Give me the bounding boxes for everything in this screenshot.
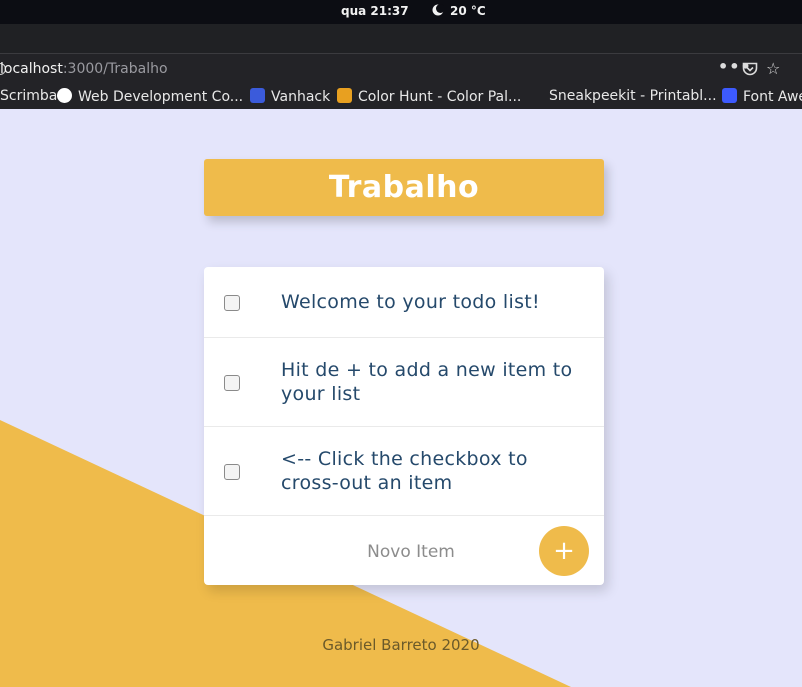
item-checkbox[interactable] [224,375,240,391]
bookmark-label: Scrimba [0,88,58,104]
system-top-bar: qua 21:37 20 °C [0,0,802,24]
url-text[interactable]: localhost:3000/Trabalho [0,61,168,77]
color-hunt-favicon-icon [337,88,352,103]
add-item-button[interactable]: + [539,526,589,576]
bookmark-color-hunt[interactable]: Color Hunt - Color Pal... [337,88,521,105]
bookmark-sneakpeekit[interactable]: Sneakpeekit - Printabl... [549,88,717,104]
system-clock[interactable]: qua 21:37 [341,4,409,18]
item-text: Hit de + to add a new item to your list [281,359,573,405]
bookmark-web-development[interactable]: Web Development Co... [57,88,243,105]
bookmark-label: Font Awe [743,89,802,105]
new-item-input[interactable] [294,538,528,566]
bookmark-label: Web Development Co... [78,89,244,105]
list-item: Hit de + to add a new item to your list [204,338,604,427]
page-title: Trabalho [328,170,480,205]
bookmark-star-icon[interactable]: ☆ [766,59,780,79]
bookmark-label: Sneakpeekit - Printabl... [549,88,717,104]
todo-list: Welcome to your todo list! Hit de + to a… [204,267,604,585]
list-item: <-- Click the checkbox to cross-out an i… [204,427,604,516]
system-weather[interactable]: 20 °C [450,4,486,18]
address-bar[interactable]: localhost:3000/Trabalho ••• ☆ [0,54,802,84]
url-host: localhost [0,61,63,77]
bookmarks-toolbar: Scrimba Web Development Co... Vanhack Co… [0,84,802,109]
item-text: <-- Click the checkbox to cross-out an i… [281,448,528,494]
new-item-form: + [204,516,604,585]
bookmark-label: Color Hunt - Color Pal... [358,89,522,105]
web-dev-favicon-icon [57,88,72,103]
page-content: Trabalho Welcome to your todo list! Hit … [0,109,802,687]
pocket-icon[interactable] [742,62,758,76]
bookmark-scrimba[interactable]: Scrimba [0,88,57,104]
night-mode-icon [432,4,444,16]
bookmark-label: Vanhack [271,89,331,105]
bookmark-font-awesome[interactable]: Font Awe [722,88,802,105]
font-awesome-favicon-icon [722,88,737,103]
url-path: :3000/Trabalho [62,61,168,77]
item-checkbox[interactable] [224,464,240,480]
footer-credit: Gabriel Barreto 2020 [322,636,480,654]
item-text: Welcome to your todo list! [281,291,540,313]
list-item: Welcome to your todo list! [204,267,604,338]
browser-tab-strip [0,24,802,54]
item-checkbox[interactable] [224,295,240,311]
bookmark-vanhack[interactable]: Vanhack [250,88,330,105]
page-heading: Trabalho [204,159,604,216]
vanhack-favicon-icon [250,88,265,103]
